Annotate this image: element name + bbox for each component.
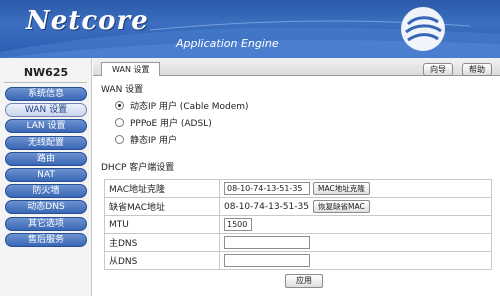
- default-mac-value: 08-10-74-13-51-35: [224, 202, 309, 212]
- wizard-button[interactable]: 向导: [423, 63, 453, 76]
- wan-option-static[interactable]: 静态IP 用户: [115, 134, 177, 148]
- table-row: MTU 1500: [104, 215, 492, 234]
- apply-button[interactable]: 应用: [285, 274, 323, 288]
- sidebar-nav: 系统信息 WAN 设置 LAN 设置 无线配置 路由 NAT 防火墙 动态DNS…: [5, 87, 87, 249]
- mtu-label: MTU: [104, 215, 220, 234]
- sidebar-item-wireless[interactable]: 无线配置: [5, 135, 87, 150]
- mac-clone-cell: 08-10-74-13-51-35 MAC地址克隆: [219, 179, 492, 198]
- tab-wan-settings[interactable]: WAN 设置: [101, 62, 161, 76]
- radio-unchecked-icon[interactable]: [115, 135, 124, 144]
- sidebar-item-wan-settings[interactable]: WAN 设置: [5, 103, 87, 118]
- brand-logo: Netcore: [26, 6, 149, 36]
- mac-clone-label: MAC地址克隆: [104, 179, 220, 198]
- sidebar: NW625 系统信息 WAN 设置 LAN 设置 无线配置 路由 NAT 防火墙…: [0, 58, 92, 296]
- sidebar-item-system-info[interactable]: 系统信息: [5, 87, 87, 101]
- table-row: 缺省MAC地址 08-10-74-13-51-35 恢复缺省MAC: [104, 197, 492, 216]
- mtu-cell: 1500: [219, 215, 492, 234]
- dhcp-settings-table: MAC地址克隆 08-10-74-13-51-35 MAC地址克隆 缺省MAC地址…: [104, 179, 492, 270]
- table-row: MAC地址克隆 08-10-74-13-51-35 MAC地址克隆: [104, 179, 492, 198]
- mac-clone-input[interactable]: 08-10-74-13-51-35: [224, 182, 310, 195]
- radio-checked-icon[interactable]: [115, 101, 124, 110]
- globe-icon: [401, 7, 445, 51]
- primary-dns-label: 主DNS: [104, 233, 220, 252]
- secondary-dns-input[interactable]: [224, 254, 310, 267]
- table-row: 主DNS: [104, 233, 492, 252]
- main-panel: WAN 设置 向导 帮助 WAN 设置 动态IP 用户 (Cable Modem…: [93, 58, 500, 296]
- sidebar-item-routing[interactable]: 路由: [5, 151, 87, 166]
- dhcp-section-title: DHCP 客户端设置: [101, 163, 175, 173]
- app-header: Netcore Application Engine: [0, 0, 500, 58]
- sidebar-item-firewall[interactable]: 防火墙: [5, 184, 87, 199]
- primary-dns-cell: [219, 233, 492, 252]
- sidebar-item-ddns[interactable]: 动态DNS: [5, 200, 87, 215]
- wan-option-dhcp-label: 动态IP 用户 (Cable Modem): [130, 102, 249, 112]
- sidebar-item-lan-settings[interactable]: LAN 设置: [5, 119, 87, 134]
- wan-option-dhcp[interactable]: 动态IP 用户 (Cable Modem): [115, 100, 249, 114]
- wan-section-title: WAN 设置: [101, 85, 144, 95]
- secondary-dns-cell: [219, 251, 492, 270]
- wan-option-static-label: 静态IP 用户: [130, 136, 177, 146]
- help-button[interactable]: 帮助: [462, 63, 492, 76]
- secondary-dns-label: 从DNS: [104, 251, 220, 270]
- tab-bar: WAN 设置 向导 帮助: [93, 58, 500, 76]
- sidebar-item-support[interactable]: 售后服务: [5, 232, 87, 247]
- wan-option-pppoe[interactable]: PPPoE 用户 (ADSL): [115, 117, 212, 131]
- sidebar-divider: [4, 82, 87, 83]
- radio-unchecked-icon[interactable]: [115, 118, 124, 127]
- mtu-input[interactable]: 1500: [224, 218, 252, 231]
- mac-clone-button[interactable]: MAC地址克隆: [313, 182, 370, 195]
- restore-default-mac-button[interactable]: 恢复缺省MAC: [313, 200, 370, 213]
- default-mac-cell: 08-10-74-13-51-35 恢复缺省MAC: [219, 197, 492, 216]
- wan-option-pppoe-label: PPPoE 用户 (ADSL): [130, 119, 212, 129]
- sidebar-item-nat[interactable]: NAT: [5, 167, 87, 182]
- device-model: NW625: [23, 66, 69, 79]
- default-mac-label: 缺省MAC地址: [104, 197, 220, 216]
- sidebar-item-other-options[interactable]: 其它选项: [5, 216, 87, 231]
- primary-dns-input[interactable]: [224, 236, 310, 249]
- table-row: 从DNS: [104, 251, 492, 270]
- app-subtitle: Application Engine: [176, 37, 279, 50]
